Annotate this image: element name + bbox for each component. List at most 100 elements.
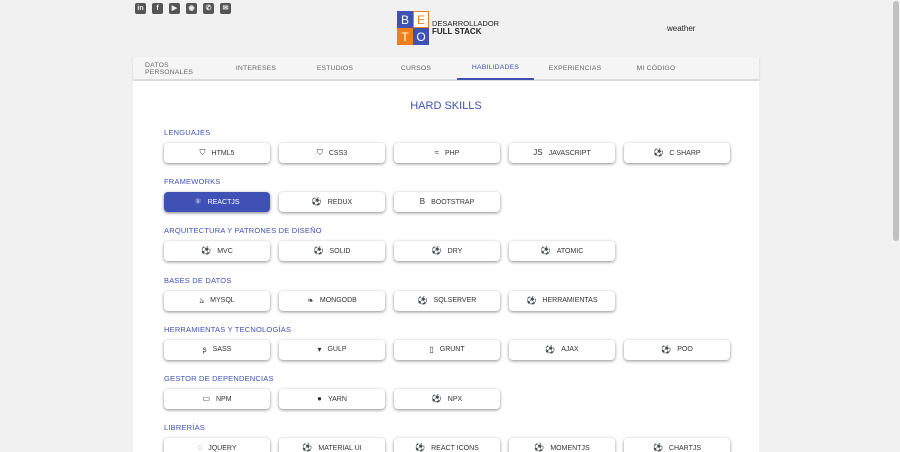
- react-icon: ⚛: [194, 197, 202, 207]
- skill-chip-php[interactable]: ≈ PHP: [394, 143, 500, 163]
- logo-text: DESARROLLADOR FULL STACK: [432, 19, 499, 37]
- skill-chip-momentjs[interactable]: ⚽ MOMENTJS: [509, 438, 615, 452]
- skill-chip-mongodb[interactable]: ❧ MONGODB: [279, 290, 385, 311]
- skill-chip-javascript[interactable]: JS JAVASCRIPT: [509, 143, 615, 163]
- soccer-ball-icon: ⚽: [653, 148, 664, 157]
- skill-chip-mvc[interactable]: ⚽ MVC: [164, 241, 270, 262]
- skill-label: REACT ICONS: [431, 444, 479, 452]
- skill-label: CSS3: [328, 149, 348, 157]
- skill-chip-gulp[interactable]: ▾ GULP: [279, 339, 385, 360]
- soccer-ball-icon: ⚽: [201, 246, 212, 256]
- soccer-ball-icon: ⚽: [302, 443, 313, 452]
- section-title: HERRAMIENTAS Y TECNOLOGÍAS: [164, 324, 292, 334]
- logo-letter: T: [397, 28, 413, 45]
- mongodb-icon: ❧: [307, 295, 314, 305]
- skill-label: MATERIAL UI: [318, 444, 362, 452]
- social-links: in f ▶ ◉ ✆ ✉: [135, 3, 231, 14]
- skill-label: GRUNT: [439, 346, 465, 354]
- linkedin-icon[interactable]: in: [135, 3, 146, 14]
- soccer-ball-icon: ⚽: [415, 443, 426, 452]
- javascript-icon: JS: [533, 148, 543, 157]
- tab-datos-personales[interactable]: DATOS PERSONALES: [145, 57, 217, 80]
- skill-chip-redux[interactable]: ⚽ REDUX: [279, 192, 385, 213]
- skill-chip-jquery[interactable]: ◌ JQUERY: [164, 438, 270, 452]
- page-title: HARD SKILLS: [410, 100, 482, 112]
- skill-label: YARN: [327, 395, 347, 403]
- logo-letter: B: [397, 11, 413, 28]
- skill-label: HERRAMIENTAS: [542, 297, 598, 305]
- skill-label: JAVASCRIPT: [548, 149, 591, 157]
- section-title: GESTOR DE DEPENDENCIAS: [164, 374, 274, 383]
- skill-chip-html5[interactable]: ⛉ HTML5: [164, 143, 270, 163]
- npm-icon: ▭: [202, 394, 210, 403]
- skill-label: REDUX: [327, 198, 353, 206]
- section-tabs: DATOS PERSONALES INTERESES ESTUDIOS CURSOS H…: [133, 57, 759, 80]
- section-title: FRAMEWORKS: [164, 177, 221, 187]
- skill-chip-mysql[interactable]: ঌ MYSQL: [164, 290, 270, 311]
- skill-chip-bootstrap[interactable]: B BOOTSTRAP: [394, 192, 500, 213]
- tab-habilidades[interactable]: HABILIDADES: [457, 57, 534, 80]
- soccer-ball-icon: ⚽: [661, 344, 672, 354]
- skill-chip-grunt[interactable]: ▯ GRUNT: [394, 339, 500, 360]
- skill-label: C SHARP: [669, 149, 701, 157]
- skill-label: BOOTSTRAP: [431, 198, 475, 206]
- skill-label: JQUERY: [208, 444, 237, 452]
- skill-label: DRY: [447, 247, 463, 255]
- skill-chip-css3[interactable]: ⛉ CSS3: [279, 143, 385, 163]
- tab-cursos[interactable]: CURSOS: [377, 57, 455, 80]
- email-icon[interactable]: ✉: [220, 3, 231, 14]
- skill-chip-sass[interactable]: ʂ SASS: [164, 339, 270, 360]
- skill-chip-react-icons[interactable]: ⚽ REACT ICONS: [394, 438, 500, 452]
- tab-mi-c-digo[interactable]: MI CÓDIGO: [616, 57, 696, 80]
- skill-chip-poo[interactable]: ⚽ POO: [624, 339, 730, 360]
- skill-chip-sqlserver[interactable]: ⚽ SQLSERVER: [394, 290, 500, 311]
- skill-chip-c-sharp[interactable]: ⚽ C SHARP: [624, 143, 730, 163]
- skill-label: MYSQL: [210, 297, 235, 305]
- github-icon[interactable]: ◉: [186, 3, 197, 14]
- sass-icon: ʂ: [202, 344, 207, 354]
- skill-label: POO: [677, 346, 693, 354]
- skill-label: CHARTJS: [668, 444, 702, 452]
- weather-widget: weather: [667, 24, 696, 33]
- skill-chip-atomic[interactable]: ⚽ ATOMIC: [509, 241, 615, 262]
- yarn-icon: ●: [317, 394, 322, 403]
- tab-intereses[interactable]: INTERESES: [222, 57, 290, 80]
- soccer-ball-icon: ⚽: [417, 295, 428, 305]
- section-title: LENGUAJES: [164, 128, 211, 137]
- facebook-icon[interactable]: f: [152, 3, 163, 14]
- youtube-icon[interactable]: ▶: [169, 3, 180, 14]
- skill-chip-npx[interactable]: ⚽ NPX: [394, 389, 500, 409]
- skill-chip-npm[interactable]: ▭ NPM: [164, 389, 270, 409]
- skill-chip-ajax[interactable]: ⚽ AJAX: [509, 339, 615, 360]
- brand-logo[interactable]: B E T O DESARROLLADOR FULL STACK: [397, 11, 499, 45]
- section-title: LIBRERÍAS: [164, 423, 205, 433]
- php-icon: ≈: [434, 148, 439, 157]
- skill-chip-chartjs[interactable]: ⚽ CHARTJS: [624, 438, 730, 452]
- section-title: ARQUITECTURA Y PATRONES DE DISEÑO: [164, 226, 322, 236]
- skill-chip-herramientas[interactable]: ⚽ HERRAMIENTAS: [509, 290, 615, 311]
- skills-card: HARD SKILLS LENGUAJES ⛉ HTML5 ⛉ CSS3 ≈ PHP JS JA…: [133, 81, 759, 452]
- skill-chip-yarn[interactable]: ● YARN: [279, 389, 385, 409]
- soccer-ball-icon: ⚽: [534, 443, 545, 452]
- gulp-icon: ▾: [317, 344, 322, 354]
- skill-label: MOMENTJS: [550, 444, 590, 452]
- skill-chip-dry[interactable]: ⚽ DRY: [394, 241, 500, 262]
- skill-chip-reactjs[interactable]: ⚛ REACTJS: [164, 192, 270, 213]
- scrollbar-thumb[interactable]: [893, 1, 899, 241]
- whatsapp-icon[interactable]: ✆: [203, 3, 214, 14]
- skill-label: AJAX: [561, 346, 579, 354]
- skill-label: HTML5: [211, 149, 235, 157]
- skill-label: SASS: [212, 346, 232, 354]
- skill-label: GULP: [327, 346, 347, 354]
- skill-label: REACTJS: [207, 198, 240, 206]
- skill-chip-material-ui[interactable]: ⚽ MATERIAL UI: [279, 438, 385, 452]
- section-title: BASES DE DATOS: [164, 275, 232, 285]
- skill-chip-solid[interactable]: ⚽ SOLID: [279, 241, 385, 262]
- tab-estudios[interactable]: ESTUDIOS: [296, 57, 374, 80]
- tab-experiencias[interactable]: EXPERIENCIAS: [538, 57, 612, 80]
- soccer-ball-icon: ⚽: [526, 295, 537, 305]
- html5-icon: ⛉: [199, 148, 206, 157]
- soccer-ball-icon: ⚽: [545, 344, 556, 354]
- skill-label: NPX: [447, 395, 463, 403]
- grunt-icon: ▯: [429, 344, 434, 354]
